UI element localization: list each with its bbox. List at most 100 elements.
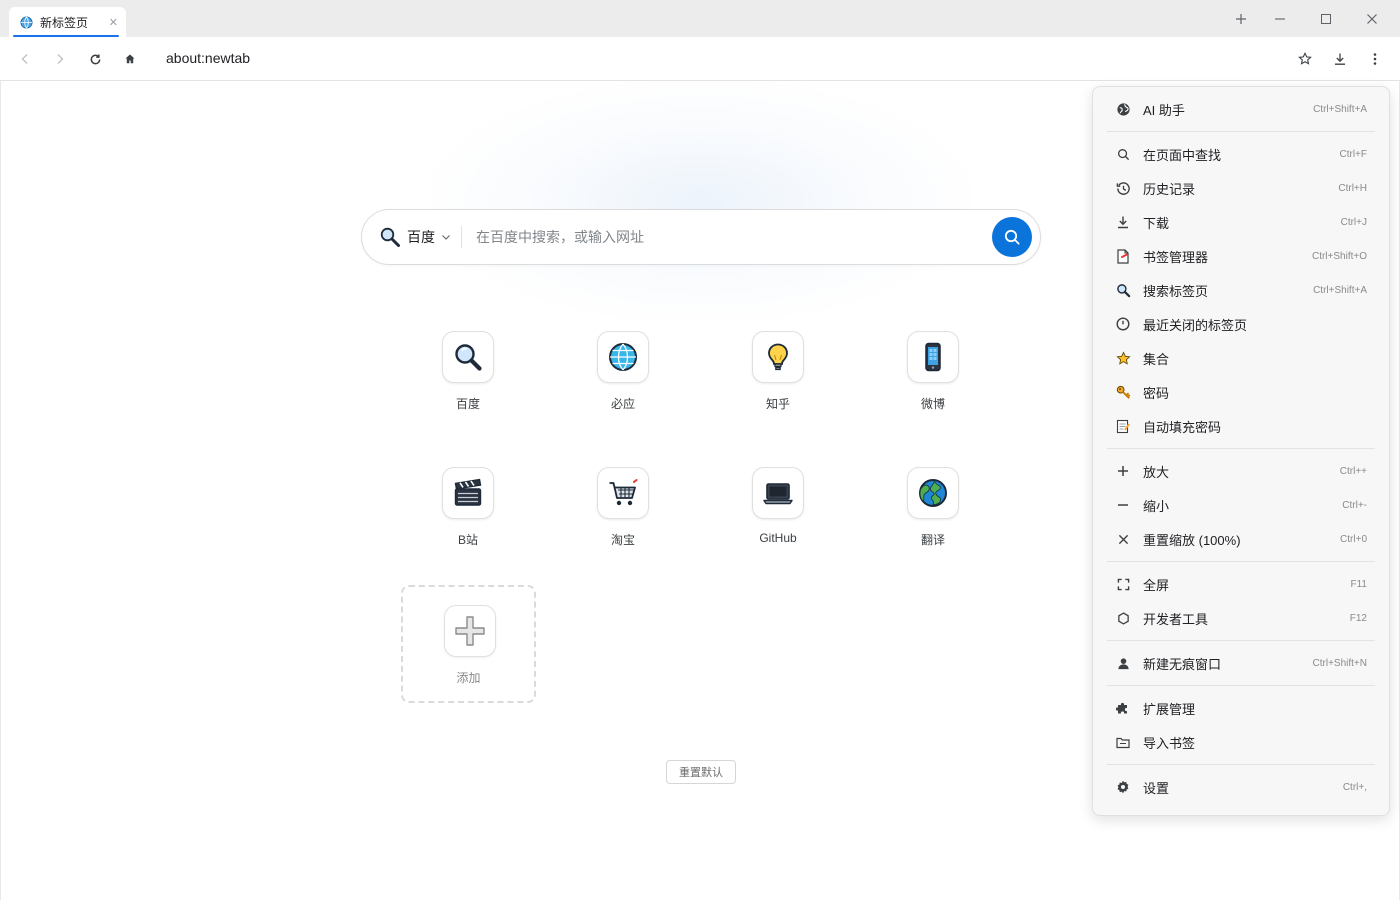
menu-item-label: 导入书签	[1143, 735, 1196, 751]
menu-item-label: 全屏	[1143, 577, 1170, 593]
close-window-button[interactable]	[1355, 5, 1389, 33]
menu-item-shortcut: Ctrl++	[1339, 465, 1367, 477]
menu-item-collections[interactable]: 集合	[1105, 341, 1377, 375]
menu-item-label: 搜索标签页	[1143, 283, 1209, 299]
menu-separator	[1107, 764, 1375, 765]
forward-button[interactable]	[49, 48, 71, 70]
menu-item-history[interactable]: 历史记录 Ctrl+H	[1105, 171, 1377, 205]
menu-item-label: 设置	[1143, 780, 1170, 796]
back-button[interactable]	[14, 48, 36, 70]
menu-item-label: 集合	[1143, 351, 1170, 367]
menu-item-ai-assistant[interactable]: AI 助手 Ctrl+Shift+A	[1105, 92, 1377, 126]
shortcut-label: GitHub	[759, 531, 797, 545]
maximize-button[interactable]	[1309, 5, 1343, 33]
shortcut-label: 知乎	[765, 397, 790, 411]
shortcut-tile-zhihu[interactable]: 知乎	[718, 331, 838, 412]
title-bar: 新标签页 ✕	[0, 0, 1400, 37]
folder-icon	[1115, 734, 1131, 750]
new-tab-button[interactable]	[1224, 5, 1258, 33]
menu-item-settings[interactable]: 设置 Ctrl+,	[1105, 770, 1377, 804]
shortcut-tile-bilibili[interactable]: B站	[408, 467, 528, 548]
menu-item-label: 下载	[1143, 215, 1170, 231]
browser-menu: AI 助手 Ctrl+Shift+A 在页面中查找 Ctrl+F 历史记录 Ct…	[1092, 86, 1390, 816]
lightbulb-icon	[752, 331, 804, 383]
search-divider	[461, 226, 462, 248]
reset-default-button[interactable]: 重置默认	[666, 760, 736, 784]
reload-icon	[90, 53, 100, 64]
shortcut-tile-baidu[interactable]: 百度	[408, 331, 528, 412]
key-icon	[1115, 384, 1131, 400]
menu-item-extensions[interactable]: 扩展管理	[1105, 691, 1377, 725]
menu-item-search-tabs[interactable]: 搜索标签页 Ctrl+Shift+A	[1105, 273, 1377, 307]
reload-button[interactable]	[84, 48, 106, 70]
menu-item-shortcut: Ctrl+F	[1339, 148, 1368, 160]
fullscreen-icon	[1115, 576, 1131, 592]
home-button[interactable]	[119, 48, 141, 70]
menu-button[interactable]	[1364, 48, 1386, 70]
menu-item-label: 最近关闭的标签页	[1143, 317, 1248, 333]
menu-item-zoom-out[interactable]: 缩小 Ctrl+-	[1105, 488, 1377, 522]
search-engine-selector[interactable]: 百度	[362, 210, 451, 264]
puzzle-icon	[1115, 700, 1131, 716]
shortcut-label: 淘宝	[610, 533, 635, 547]
menu-item-label: AI 助手	[1143, 102, 1185, 118]
search-icon	[1004, 229, 1020, 245]
menu-item-shortcut: Ctrl+J	[1340, 216, 1367, 228]
add-shortcut-label: 添加	[456, 671, 481, 685]
shortcut-tile-translate[interactable]: 翻译	[873, 467, 993, 548]
laptop-icon	[752, 467, 804, 519]
menu-item-downloads[interactable]: 下载 Ctrl+J	[1105, 205, 1377, 239]
shortcut-tile-bing[interactable]: 必应	[563, 331, 683, 412]
hexagon-icon	[1115, 610, 1131, 626]
menu-item-autofill-passwords[interactable]: 自动填充密码	[1105, 409, 1377, 443]
clapperboard-icon	[442, 467, 494, 519]
menu-item-passwords[interactable]: 密码	[1105, 375, 1377, 409]
tab-new-tab[interactable]: 新标签页 ✕	[9, 7, 126, 37]
search-box: 百度	[361, 209, 1041, 265]
bookmark-star-button[interactable]	[1294, 48, 1316, 70]
menu-item-new-incognito-window[interactable]: 新建无痕窗口 Ctrl+Shift+N	[1105, 646, 1377, 680]
menu-item-developer-tools[interactable]: 开发者工具 F12	[1105, 601, 1377, 635]
shortcut-label: 微博	[920, 397, 945, 411]
menu-item-shortcut: Ctrl+H	[1338, 182, 1367, 194]
menu-item-zoom-in[interactable]: 放大 Ctrl++	[1105, 454, 1377, 488]
menu-item-bookmark-manager[interactable]: 书签管理器 Ctrl+Shift+O	[1105, 239, 1377, 273]
menu-item-label: 自动填充密码	[1143, 419, 1222, 435]
globe-icon	[597, 331, 649, 383]
minus-icon	[1115, 497, 1131, 513]
shortcut-label: 必应	[610, 397, 635, 411]
menu-item-label: 放大	[1143, 464, 1170, 480]
menu-item-find-in-page[interactable]: 在页面中查找 Ctrl+F	[1105, 137, 1377, 171]
menu-item-reset-zoom[interactable]: 重置缩放 (100%) Ctrl+0	[1105, 522, 1377, 556]
shortcut-tile-weibo[interactable]: 微博	[873, 331, 993, 412]
star-icon	[1115, 350, 1131, 366]
address-bar[interactable]: about:newtab	[166, 50, 250, 66]
search-input[interactable]	[476, 229, 992, 245]
menu-separator	[1107, 685, 1375, 686]
menu-item-import-bookmarks[interactable]: 导入书签	[1105, 725, 1377, 759]
plus-icon	[444, 605, 496, 657]
download-icon	[1335, 53, 1345, 65]
shortcut-tile-github[interactable]: GitHub	[718, 467, 838, 545]
chevron-right-icon	[57, 54, 64, 64]
more-vertical-icon	[1373, 53, 1377, 65]
menu-item-recently-closed[interactable]: 最近关闭的标签页	[1105, 307, 1377, 341]
menu-item-fullscreen[interactable]: 全屏 F11	[1105, 567, 1377, 601]
menu-item-shortcut: Ctrl+Shift+O	[1311, 250, 1367, 262]
downloads-button[interactable]	[1329, 48, 1351, 70]
shortcut-tile-taobao[interactable]: 淘宝	[563, 467, 683, 548]
menu-item-label: 缩小	[1143, 498, 1170, 514]
menu-item-label: 新建无痕窗口	[1143, 656, 1222, 672]
clock-icon	[1115, 316, 1131, 332]
history-icon	[1115, 180, 1131, 196]
shortcut-label: B站	[457, 533, 478, 547]
menu-item-shortcut: Ctrl+,	[1342, 781, 1367, 793]
add-shortcut-tile[interactable]: 添加	[401, 585, 536, 703]
minimize-button[interactable]	[1263, 5, 1297, 33]
earth-icon	[907, 467, 959, 519]
menu-item-label: 书签管理器	[1143, 249, 1209, 265]
search-submit-button[interactable]	[992, 217, 1032, 257]
menu-item-label: 密码	[1143, 385, 1170, 401]
tab-close-icon[interactable]: ✕	[109, 16, 118, 29]
bookmark-manager-icon	[1115, 248, 1131, 264]
